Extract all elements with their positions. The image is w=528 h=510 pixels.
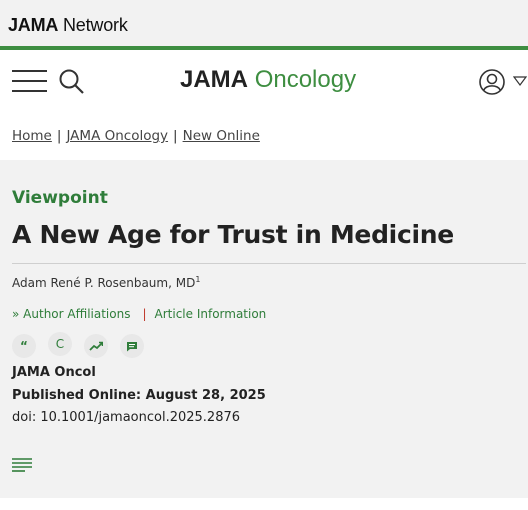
table-of-contents-icon[interactable] — [12, 457, 32, 473]
breadcrumb-new-online[interactable]: New Online — [183, 128, 260, 144]
search-icon[interactable] — [58, 68, 86, 96]
copyright-icon[interactable]: C — [48, 332, 72, 356]
breadcrumb: Home | JAMA Oncology | New Online — [12, 128, 260, 144]
site-header: JAMA Oncology — [0, 50, 528, 116]
author-affiliations-link[interactable]: » Author Affiliations — [12, 307, 130, 321]
author-line: Adam René P. Rosenbaum, MD1 — [12, 275, 200, 290]
author-superscript: 1 — [195, 275, 201, 284]
article-information-link[interactable]: Article Information — [155, 307, 267, 321]
hamburger-menu-icon[interactable] — [12, 70, 47, 94]
user-account-icon[interactable] — [478, 68, 506, 96]
breadcrumb-separator: | — [56, 128, 62, 144]
double-chevron-icon: » — [12, 307, 20, 321]
affiliation-row: » Author Affiliations | Article Informatio… — [12, 307, 266, 321]
trending-icon[interactable] — [84, 334, 108, 358]
published-date: Published Online: August 28, 2025 — [12, 388, 266, 403]
doi[interactable]: doi: 10.1001/jamaoncol.2025.2876 — [12, 410, 240, 425]
network-bar: JAMA Network — [0, 0, 528, 46]
article-type: Viewpoint — [12, 188, 108, 208]
quote-icon[interactable]: “ — [12, 334, 36, 358]
jama-oncology-logo[interactable]: JAMA Oncology — [180, 66, 356, 94]
title-divider — [12, 263, 526, 264]
jama-network-logo[interactable]: JAMA Network — [8, 15, 128, 36]
journal-name: JAMA Oncol — [12, 365, 96, 380]
comment-icon[interactable] — [120, 334, 144, 358]
breadcrumb-separator: | — [173, 128, 178, 144]
divider: | — [142, 307, 147, 321]
article-title: A New Age for Trust in Medicine — [12, 220, 454, 249]
author-name[interactable]: Adam René P. Rosenbaum, MD — [12, 276, 195, 290]
chevron-down-icon[interactable] — [513, 76, 527, 86]
article-header-panel: Viewpoint A New Age for Trust in Medicin… — [0, 160, 528, 498]
breadcrumb-home[interactable]: Home — [12, 128, 52, 144]
breadcrumb-jama-oncology[interactable]: JAMA Oncology — [66, 128, 168, 144]
